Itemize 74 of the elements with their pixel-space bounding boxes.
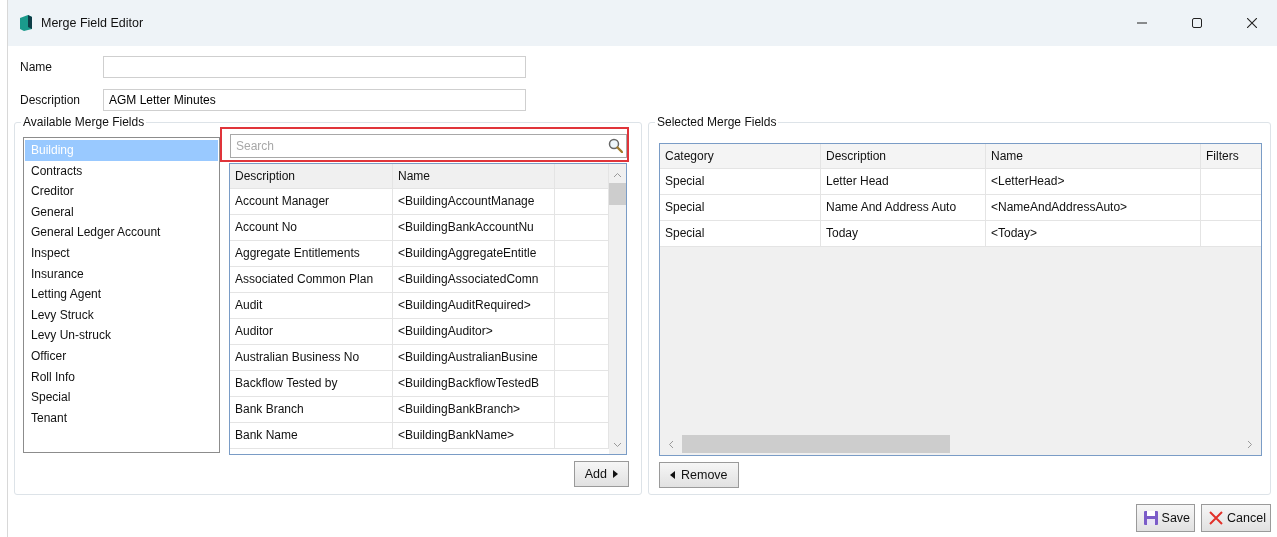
column-header[interactable]: Description — [821, 144, 986, 168]
table-cell: Special — [660, 221, 821, 246]
category-item[interactable]: Contracts — [25, 160, 218, 182]
table-cell: Letter Head — [821, 169, 986, 194]
table-cell: <BuildingBackflowTestedB — [393, 371, 555, 396]
table-cell: <BuildingAustralianBusine — [393, 345, 555, 370]
scroll-up-icon — [613, 172, 622, 178]
close-icon — [1247, 18, 1257, 28]
window-title: Merge Field Editor — [41, 16, 144, 30]
description-label: Description — [19, 92, 82, 107]
category-item[interactable]: General Ledger Account — [25, 222, 218, 243]
app-icon — [18, 14, 34, 32]
column-header[interactable]: Name — [393, 164, 555, 188]
category-item[interactable]: Insurance — [25, 263, 218, 285]
column-header[interactable]: Category — [660, 144, 821, 168]
search-field[interactable]: Search — [230, 134, 627, 158]
table-cell: <NameAndAddressAuto> — [986, 195, 1201, 220]
category-item[interactable]: Letting Agent — [25, 284, 218, 305]
table-cell: <BuildingBankBranch> — [393, 397, 555, 422]
category-item[interactable]: Levy Un-struck — [25, 325, 218, 346]
add-button[interactable]: Add — [573, 461, 629, 487]
column-header[interactable]: Filters — [1201, 144, 1261, 168]
column-header[interactable]: Description — [230, 164, 393, 188]
category-item[interactable]: Special — [25, 387, 218, 408]
cancel-button[interactable]: Cancel — [1201, 504, 1271, 532]
category-item[interactable]: Officer — [25, 345, 218, 367]
maximize-icon — [1192, 18, 1202, 28]
table-cell: <BuildingAggregateEntitle — [393, 241, 555, 266]
table-cell: <BuildingBankAccountNu — [393, 215, 555, 240]
table-cell: Account No — [230, 215, 393, 240]
name-field[interactable] — [103, 55, 526, 78]
table-cell: Special — [660, 195, 821, 220]
triangle-left-icon — [670, 471, 675, 479]
category-item[interactable]: Levy Struck — [25, 304, 218, 326]
table-cell: Backflow Tested by — [230, 371, 393, 396]
scroll-left-icon — [668, 439, 674, 449]
table-cell: Bank Branch — [230, 397, 393, 422]
scroll-down-icon — [613, 442, 622, 448]
save-button[interactable]: Save — [1135, 504, 1196, 532]
name-label: Name — [19, 59, 53, 74]
table-cell: <BuildingAssociatedComn — [393, 267, 555, 292]
category-item[interactable]: Roll Info — [25, 366, 218, 388]
search-icon — [608, 138, 623, 153]
table-cell: Special — [660, 169, 821, 194]
table-cell: Today — [821, 221, 986, 246]
column-header[interactable]: Name — [986, 144, 1201, 168]
cross-icon — [1208, 510, 1225, 526]
table-cell: Account Manager — [230, 189, 393, 214]
table-cell: <BuildingAuditRequired> — [393, 293, 555, 318]
table-cell: <LetterHead> — [986, 169, 1201, 194]
table-cell: Aggregate Entitlements — [230, 241, 393, 266]
table-cell: <BuildingAuditor> — [393, 319, 555, 344]
scroll-right-icon — [1247, 439, 1253, 449]
category-item[interactable]: General — [25, 201, 218, 223]
triangle-right-icon — [613, 470, 618, 478]
description-field[interactable]: AGM Letter Minutes — [103, 88, 526, 111]
table-cell: Auditor — [230, 319, 393, 344]
group-title: Selected Merge Fields — [655, 115, 779, 129]
scroll-thumb[interactable] — [609, 183, 626, 205]
category-item[interactable]: Creditor — [25, 181, 218, 202]
table-cell: Name And Address Auto — [821, 195, 986, 220]
table-cell: <BuildingAccountManage — [393, 189, 555, 214]
table-cell: Bank Name — [230, 423, 393, 448]
table-cell: <Today> — [986, 221, 1201, 246]
category-item[interactable]: Tenant — [25, 407, 218, 429]
group-title: Available Merge Fields — [21, 115, 147, 129]
remove-button[interactable]: Remove — [659, 462, 739, 488]
category-item[interactable]: Inspect — [25, 242, 218, 264]
table-cell: Australian Business No — [230, 345, 393, 370]
table-cell: Associated Common Plan — [230, 267, 393, 292]
table-cell: <BuildingBankName> — [393, 423, 555, 448]
scroll-thumb[interactable] — [682, 435, 950, 453]
vertical-scrollbar[interactable] — [609, 164, 626, 454]
table-cell: Audit — [230, 293, 393, 318]
